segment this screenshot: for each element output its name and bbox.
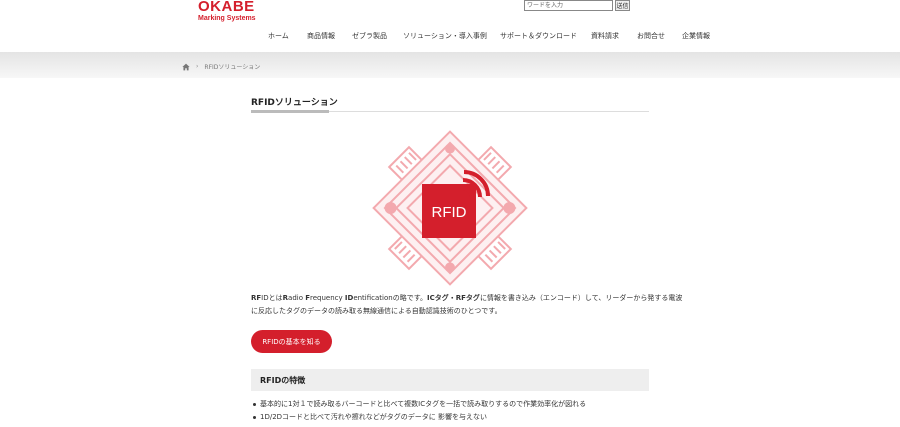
nav-item-support[interactable]: サポート＆ダウンロード	[500, 31, 577, 41]
main-nav: ホーム 商品情報 ゼブラ製品 ソリューション・導入事例 サポート＆ダウンロード …	[0, 31, 900, 43]
page-title: RFIDソリューション	[251, 98, 338, 108]
para-fragment: ICタグ・RFタグ	[427, 294, 480, 302]
features-list: 基本的に1対１で読み取るバーコードと比べて複数ICタグを一括で読み取りするので作…	[253, 398, 653, 424]
nav-item-contact[interactable]: お問合せ	[637, 31, 665, 41]
para-fragment: に情報を書き込み（エンコード）して、リーダーから発する電波	[479, 294, 683, 302]
para-fragment: requency	[310, 294, 345, 302]
rfid-description-line-1: RFIDとはRadio Frequency IDentificationの略です…	[251, 292, 682, 304]
nav-item-home[interactable]: ホーム	[268, 31, 289, 41]
nav-item-brochure[interactable]: 資料請求	[591, 31, 619, 41]
features-heading-box: RFIDの特徴	[251, 369, 649, 391]
logo-tagline: Marking Systems	[198, 15, 256, 22]
nav-item-products[interactable]: 商品情報	[307, 31, 335, 41]
breadcrumb-current: RFIDソリューション	[204, 64, 261, 71]
nav-item-company[interactable]: 企業情報	[682, 31, 710, 41]
search-input[interactable]	[524, 0, 613, 11]
features-heading: RFIDの特徴	[260, 376, 306, 385]
para-fragment: adio	[288, 294, 306, 302]
nav-item-zebra[interactable]: ゼブラ製品	[352, 31, 387, 41]
breadcrumb: › RFIDソリューション	[182, 62, 260, 71]
rfid-illustration: RFID	[372, 130, 528, 286]
okabe-logo[interactable]: OKABE Marking Systems	[198, 0, 256, 23]
site-search: 送信	[524, 0, 630, 11]
para-fragment: IDとは	[261, 294, 283, 302]
rfid-tag-label: RFID	[432, 204, 467, 221]
logo-wordmark: OKABE	[198, 0, 255, 15]
search-submit-button[interactable]: 送信	[615, 0, 630, 11]
nav-item-solutions[interactable]: ソリューション・導入事例	[403, 31, 487, 41]
learn-rfid-basics-button[interactable]: RFIDの基本を知る	[251, 330, 332, 353]
breadcrumb-band	[0, 52, 900, 78]
para-fragment: entificationの略です。	[353, 294, 428, 302]
title-underline	[251, 110, 329, 113]
para-fragment: RF	[251, 294, 262, 302]
rfid-description-line-2: に反応したタグのデータの読み取る無線通信による自動認識技術のひとつです。	[251, 307, 502, 315]
site-header: OKABE Marking Systems 送信 ホーム 商品情報 ゼブラ製品 …	[0, 0, 900, 52]
list-item: 基本的に1対１で読み取るバーコードと比べて複数ICタグを一括で読み取りするので作…	[253, 398, 653, 411]
list-item: 1D/2Dコードと比べて汚れや擦れなどがタグのデータに 影響を与えない	[253, 411, 653, 424]
home-icon[interactable]	[182, 63, 190, 71]
breadcrumb-separator: ›	[196, 63, 199, 70]
